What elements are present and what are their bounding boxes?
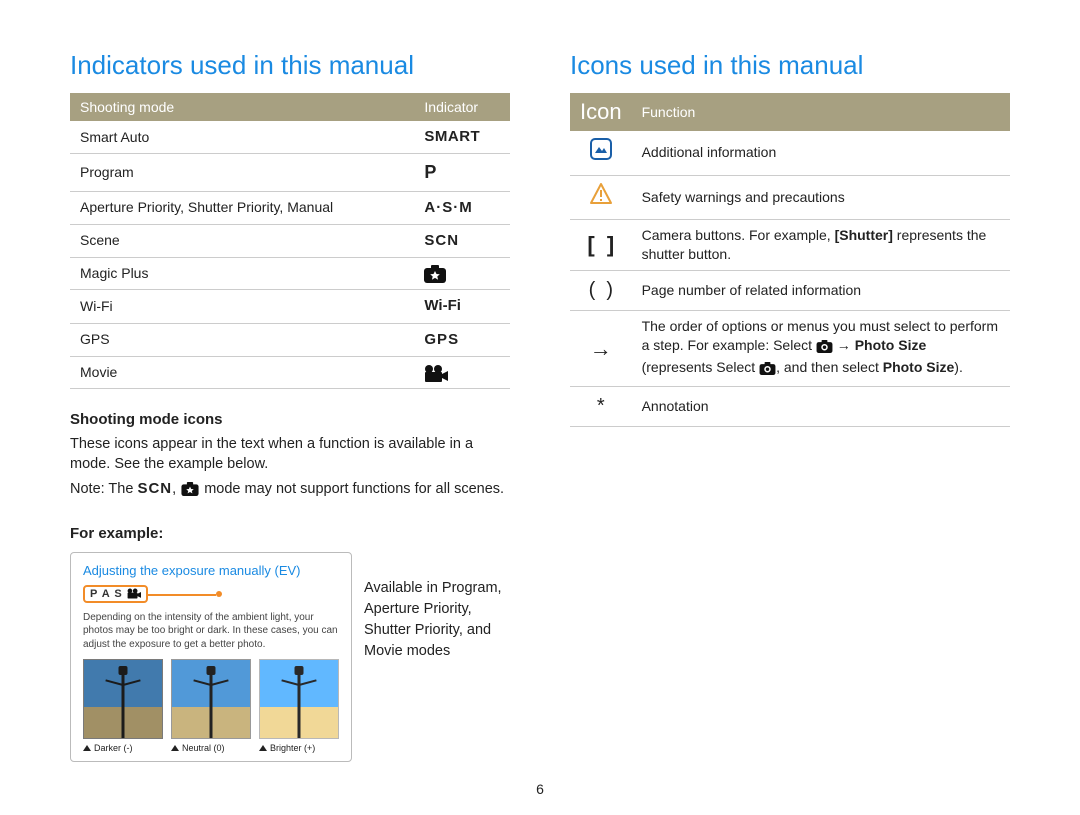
- for-example-heading: For example:: [70, 525, 510, 542]
- example-legend: Available in Program, Aperture Priority,…: [364, 552, 510, 662]
- callout-dot: [216, 591, 222, 597]
- th-mode: Shooting mode: [70, 93, 414, 121]
- table-row: ( ) Page number of related information: [570, 271, 1010, 311]
- p-indicator: P: [424, 162, 436, 182]
- th-icon: Icon: [570, 93, 632, 131]
- mode-badge: P A S: [83, 585, 148, 603]
- warning-icon: [589, 186, 613, 211]
- scn-indicator: SCN: [424, 232, 459, 249]
- table-row: [ ] Camera buttons. For example, [Shutte…: [570, 220, 1010, 271]
- icons-table: Icon Function Additional information: [570, 93, 1010, 427]
- note-icon: [589, 141, 613, 166]
- table-row: Safety warnings and precautions: [570, 175, 1010, 220]
- wifi-indicator: Wi-Fi: [424, 297, 461, 314]
- camera-inline-icon: [816, 339, 833, 358]
- left-heading: Indicators used in this manual: [70, 50, 510, 81]
- right-heading: Icons used in this manual: [570, 50, 1010, 81]
- thumb-darker: Darker (-): [83, 659, 163, 753]
- arrow-icon: →: [570, 311, 632, 387]
- table-row: * Annotation: [570, 386, 1010, 426]
- asterisk-icon: *: [570, 386, 632, 426]
- table-row: Aperture Priority, Shutter Priority, Man…: [70, 191, 510, 224]
- table-row: Program P: [70, 154, 510, 191]
- movie-badge-icon: [127, 588, 141, 599]
- th-function: Function: [632, 93, 1010, 131]
- left-column: Indicators used in this manual Shooting …: [70, 50, 510, 762]
- camera-inline-icon: [759, 361, 776, 380]
- table-row: Scene SCN: [70, 224, 510, 257]
- example-box: Adjusting the exposure manually (EV) P A…: [70, 552, 352, 763]
- indicators-table: Shooting mode Indicator Smart Auto SMART…: [70, 93, 510, 389]
- smart-indicator: SMART: [424, 128, 480, 145]
- table-row: → The order of options or menus you must…: [570, 311, 1010, 387]
- table-row: Magic Plus: [70, 258, 510, 290]
- magic-plus-icon: [424, 265, 446, 283]
- shooting-mode-note: Note: The SCN, mode may not support func…: [70, 478, 510, 502]
- brackets-icon: [ ]: [570, 220, 632, 271]
- table-row: Wi-Fi Wi-Fi: [70, 290, 510, 323]
- table-row: Additional information: [570, 131, 1010, 175]
- magic-plus-inline-icon: [181, 482, 199, 502]
- page-number: 6: [536, 781, 544, 797]
- movie-icon: [424, 365, 448, 382]
- thumb-brighter: Brighter (+): [259, 659, 339, 753]
- scn-inline-icon: SCN: [137, 480, 172, 497]
- parentheses-icon: ( ): [570, 271, 632, 311]
- table-row: GPS GPS: [70, 323, 510, 356]
- th-indicator: Indicator: [414, 93, 510, 121]
- shooting-mode-icons-body: These icons appear in the text when a fu…: [70, 434, 510, 475]
- table-row: Smart Auto SMART: [70, 121, 510, 154]
- example-title: Adjusting the exposure manually (EV): [83, 563, 339, 578]
- example-desc: Depending on the intensity of the ambien…: [83, 611, 339, 652]
- thumb-neutral: Neutral (0): [171, 659, 251, 753]
- right-column: Icons used in this manual Icon Function …: [570, 50, 1010, 762]
- example-thumbs: Darker (-) Neutral (0) Brighter (+): [83, 659, 339, 753]
- gps-indicator: GPS: [424, 331, 459, 348]
- table-row: Movie: [70, 356, 510, 388]
- asm-indicator: A·S·M: [424, 199, 472, 216]
- shooting-mode-icons-heading: Shooting mode icons: [70, 411, 510, 428]
- callout-line: [146, 594, 216, 596]
